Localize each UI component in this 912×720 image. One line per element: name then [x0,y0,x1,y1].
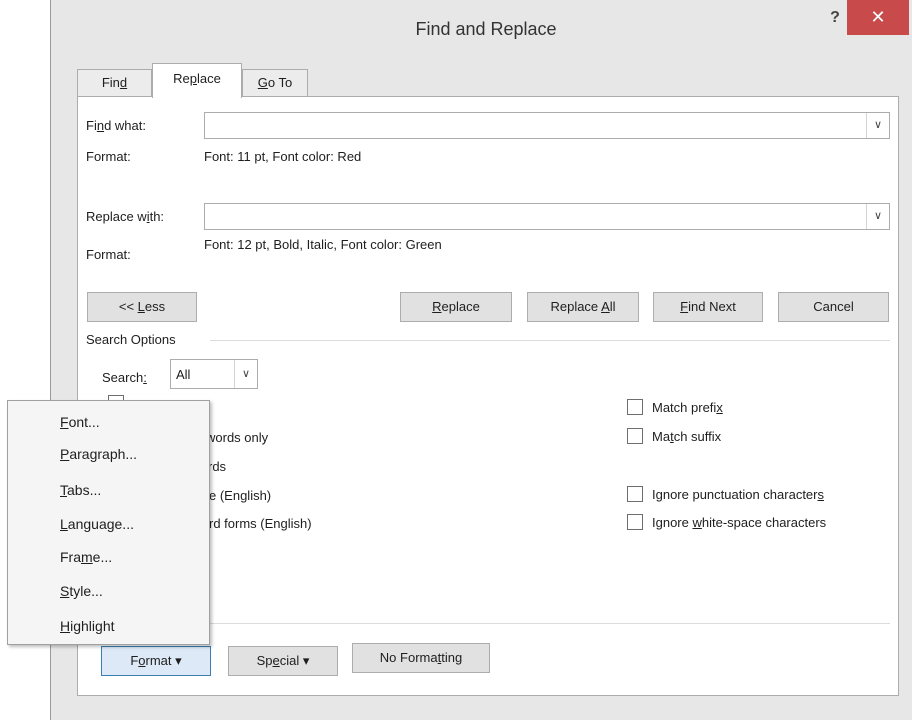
match-suffix-label: Match suffix [652,429,722,444]
chevron-down-icon[interactable]: ∨ [234,360,257,388]
word-forms-option-label: rd forms (English) [209,516,312,531]
replace-format-value: Font: 12 pt, Bold, Italic, Font color: G… [204,237,442,252]
replace-group-divider [210,623,890,624]
menu-item-font[interactable]: Font... [60,411,100,433]
replace-button[interactable]: Replace [400,292,512,322]
ignore-punctuation-label: Ignore punctuation characters [652,487,824,502]
cancel-button[interactable]: Cancel [778,292,889,322]
menu-item-paragraph[interactable]: Paragraph... [60,443,137,465]
menu-item-frame[interactable]: Frame... [60,546,112,568]
menu-item-style[interactable]: Style... [60,580,103,602]
whole-words-option-label: words only [206,430,269,445]
chevron-down-icon[interactable]: ∨ [866,113,889,138]
ignore-whitespace-checkbox[interactable] [627,514,643,530]
find-what-input[interactable]: ∨ [204,112,890,139]
find-what-label: Find what: [86,118,146,133]
replace-with-input[interactable]: ∨ [204,203,890,230]
menu-item-highlight[interactable]: Highlight [60,615,115,637]
format-button[interactable]: Format ▾ [101,646,211,676]
replace-with-label: Replace with: [86,209,165,224]
search-options-heading: Search Options [86,332,176,347]
dialog-title: Find and Replace [415,19,557,39]
match-suffix-checkbox[interactable] [627,428,643,444]
help-icon[interactable]: ? [825,9,845,31]
tab-replace[interactable]: Replace [152,63,242,98]
less-button[interactable]: << Less [87,292,197,322]
special-button[interactable]: Special ▾ [228,646,338,676]
menu-item-tabs[interactable]: Tabs... [60,479,101,501]
tab-goto[interactable]: Go To [242,69,308,96]
search-options-divider [210,340,890,341]
title-bar: Find and Replace ? ✕ [51,0,912,58]
find-format-value: Font: 11 pt, Font color: Red [204,149,362,164]
sounds-like-option-label: e (English) [209,488,272,503]
search-direction-select[interactable]: All ∨ [170,359,258,389]
wildcards-option-label: rds [208,459,227,474]
close-icon[interactable]: ✕ [847,0,909,35]
menu-item-language[interactable]: Language... [60,513,134,535]
replace-all-button[interactable]: Replace All [527,292,639,322]
dropdown-arrow-icon: ▾ [302,653,310,668]
ignore-punctuation-checkbox[interactable] [627,486,643,502]
find-format-label: Format: [86,149,131,164]
search-direction-label: Search: [102,370,147,385]
format-menu: Font... Paragraph... Tabs... Language...… [7,400,210,645]
chevron-down-icon[interactable]: ∨ [866,204,889,229]
dropdown-arrow-icon: ▾ [175,653,182,668]
tab-find[interactable]: Find [77,69,152,96]
match-prefix-label: Match prefix [652,400,723,415]
find-next-button[interactable]: Find Next [653,292,763,322]
ignore-whitespace-label: Ignore white-space characters [652,515,827,530]
no-formatting-button[interactable]: No Formatting [352,643,490,673]
replace-format-label: Format: [86,247,131,262]
match-prefix-checkbox[interactable] [627,399,643,415]
